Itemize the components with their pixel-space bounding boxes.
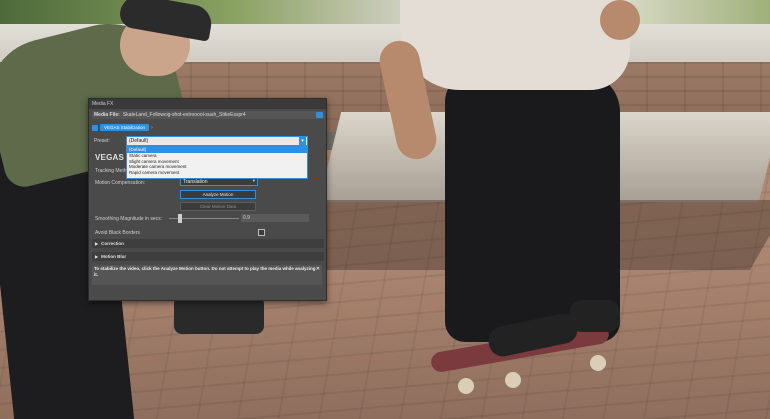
chevron-right-icon[interactable]: › bbox=[151, 125, 153, 131]
media-file-bar: Media File: SkateLand_Followcig-shot-ext… bbox=[92, 111, 325, 119]
preset-select[interactable]: (Default) ▾ bbox=[126, 136, 308, 146]
smoothing-slider-handle[interactable] bbox=[177, 214, 182, 223]
clear-motion-data-button[interactable]: Clear Motion Data bbox=[180, 202, 256, 211]
preset-selected-value: (Default) bbox=[129, 138, 149, 144]
help-icon[interactable] bbox=[316, 112, 323, 118]
preset-dropdown-list: (Default) Static camera Slight camera mo… bbox=[126, 146, 308, 179]
skater-shoe-right bbox=[570, 300, 620, 332]
info-message: To stabilize the video, click the Analyz… bbox=[92, 265, 322, 285]
preset-label: Preset: bbox=[94, 138, 110, 144]
motion-blur-label: Motion Blur bbox=[101, 254, 127, 259]
preset-option[interactable]: Rapid camera movement bbox=[127, 170, 307, 176]
media-file-name: SkateLand_Followcig-shot-extrooool-suuh_… bbox=[122, 112, 246, 118]
skateboard-wheel bbox=[458, 378, 474, 394]
media-fx-window: Media FX Media File: SkateLand_Followcig… bbox=[88, 98, 327, 301]
expand-arrow-icon: ▶ bbox=[95, 241, 99, 246]
skateboard-wheel bbox=[590, 355, 606, 371]
skateboard-wheel bbox=[505, 372, 521, 388]
video-camera bbox=[174, 296, 264, 334]
chevron-down-icon[interactable]: ▾ bbox=[299, 137, 306, 145]
close-icon[interactable]: ✕ bbox=[316, 266, 320, 272]
skater-shirt bbox=[400, 0, 630, 90]
motion-blur-section[interactable]: ▶ Motion Blur bbox=[92, 252, 324, 261]
window-title: Media FX bbox=[89, 99, 326, 109]
plugin-chain-bar: VEGAS Stabilization › bbox=[92, 123, 192, 132]
motion-compensation-label: Motion Compensation: bbox=[95, 180, 146, 186]
avoid-black-borders-label: Avoid Black Borders bbox=[95, 230, 140, 236]
correction-section[interactable]: ▶ Correction bbox=[92, 239, 324, 248]
media-file-label: Media File: bbox=[94, 112, 120, 118]
smoothing-label: Smoothing Magnitude in secs: bbox=[95, 216, 162, 222]
analyze-motion-button[interactable]: Analyze Motion bbox=[180, 190, 256, 199]
avoid-black-borders-checkbox[interactable] bbox=[258, 229, 265, 236]
tracking-method-label: Tracking Meth bbox=[95, 168, 127, 174]
motion-compensation-value: Translation bbox=[183, 178, 208, 185]
plugin-chain-button[interactable]: VEGAS Stabilization bbox=[100, 124, 150, 131]
expand-arrow-icon: ▶ bbox=[95, 254, 99, 259]
correction-label: Correction bbox=[101, 241, 124, 246]
info-text: To stabilize the video, click the Analyz… bbox=[94, 266, 316, 277]
skater-arm-right bbox=[600, 0, 640, 40]
smoothing-value-field[interactable]: 0.9 bbox=[241, 214, 309, 222]
plugin-enable-checkbox[interactable] bbox=[92, 124, 98, 131]
